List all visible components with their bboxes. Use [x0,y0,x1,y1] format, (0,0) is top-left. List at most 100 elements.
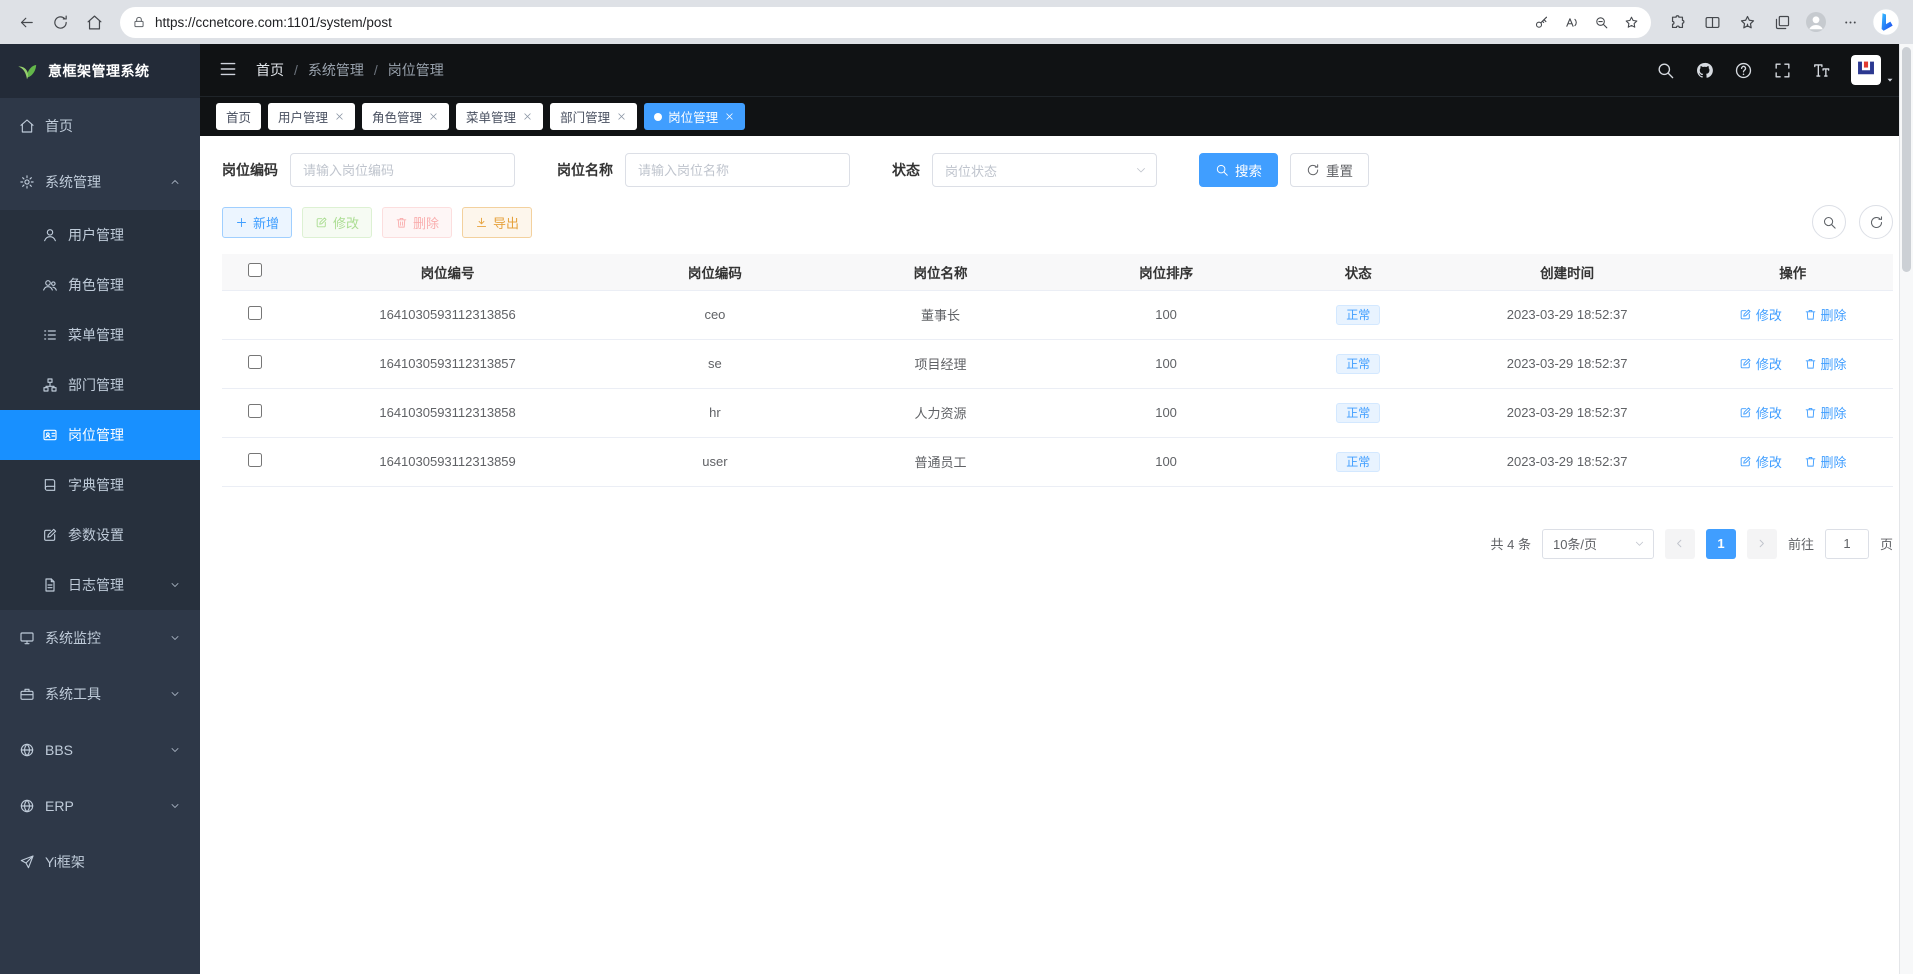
row-edit-button[interactable]: 修改 [1739,452,1782,471]
row-checkbox[interactable] [248,404,262,418]
tab-post-mgmt[interactable]: 岗位管理 [644,103,745,130]
page-number-1[interactable]: 1 [1706,529,1736,559]
profile-avatar[interactable] [1801,7,1831,37]
read-aloud-icon[interactable] [1557,8,1585,36]
pagination-total: 共 4 条 [1491,534,1531,553]
refresh-icon[interactable] [44,6,76,38]
table-refresh-button[interactable] [1859,205,1893,239]
sidebar-item-post-mgmt[interactable]: 岗位管理 [0,410,200,460]
favorites-bar-icon[interactable] [1731,6,1763,38]
select-all-checkbox[interactable] [248,263,262,277]
col-post-sort: 岗位排序 [1057,254,1274,290]
add-button[interactable]: 新增 [222,207,292,238]
collections-icon[interactable] [1766,6,1798,38]
row-delete-button[interactable]: 删除 [1804,403,1847,422]
status-badge: 正常 [1336,403,1380,423]
tab-home[interactable]: 首页 [216,103,261,130]
user-avatar[interactable] [1851,55,1895,85]
sidebar-item-system-tools[interactable]: 系统工具 [0,666,200,722]
row-edit-button[interactable]: 修改 [1739,305,1782,324]
org-tree-icon [42,377,58,393]
tab-menu-mgmt[interactable]: 菜单管理 [456,103,543,130]
page-scrollbar[interactable] [1899,44,1913,974]
home-icon[interactable] [78,6,110,38]
sidebar-item-log-mgmt[interactable]: 日志管理 [0,560,200,610]
bing-copilot-icon[interactable] [1869,5,1903,39]
row-edit-button[interactable]: 修改 [1739,354,1782,373]
sidebar-item-param-settings[interactable]: 参数设置 [0,510,200,560]
sidebar-item-system-monitor[interactable]: 系统监控 [0,610,200,666]
search-button[interactable]: 搜索 [1199,153,1278,187]
cell-created: 2023-03-29 18:52:37 [1442,388,1693,437]
split-screen-icon[interactable] [1696,6,1728,38]
app-logo[interactable]: 意框架管理系统 [0,44,200,98]
github-icon[interactable] [1695,61,1714,80]
sidebar-item-home[interactable]: 首页 [0,98,200,154]
sidebar-item-role-mgmt[interactable]: 角色管理 [0,260,200,310]
next-page-button[interactable] [1747,529,1777,559]
tab-role-mgmt[interactable]: 角色管理 [362,103,449,130]
reset-button[interactable]: 重置 [1290,153,1369,187]
favorites-add-icon[interactable] [1617,8,1645,36]
sidebar-item-dict-mgmt[interactable]: 字典管理 [0,460,200,510]
sidebar-item-system-mgmt[interactable]: 系统管理 [0,154,200,210]
close-icon[interactable] [428,111,439,122]
sidebar-toggle-icon[interactable] [218,59,240,81]
prev-page-button[interactable] [1665,529,1695,559]
extensions-icon[interactable] [1661,6,1693,38]
post-code-input[interactable] [290,153,515,187]
sidebar-item-user-mgmt[interactable]: 用户管理 [0,210,200,260]
row-checkbox[interactable] [248,355,262,369]
close-icon[interactable] [616,111,627,122]
search-icon[interactable] [1656,61,1675,80]
scrollbar-thumb[interactable] [1902,47,1911,272]
edit-button[interactable]: 修改 [302,207,372,238]
sidebar-item-erp[interactable]: ERP [0,778,200,834]
sidebar-item-dept-mgmt[interactable]: 部门管理 [0,360,200,410]
col-post-name: 岗位名称 [824,254,1058,290]
breadcrumb-home[interactable]: 首页 [256,60,284,80]
close-icon[interactable] [334,111,345,122]
tab-label: 菜单管理 [466,107,516,126]
status-select[interactable]: 岗位状态 [932,153,1157,187]
sidebar-item-bbs[interactable]: BBS [0,722,200,778]
fullscreen-icon[interactable] [1773,61,1792,80]
tab-user-mgmt[interactable]: 用户管理 [268,103,355,130]
sidebar-item-menu-mgmt[interactable]: 菜单管理 [0,310,200,360]
help-icon[interactable] [1734,61,1753,80]
font-size-icon[interactable] [1812,61,1831,80]
lock-icon[interactable] [132,15,146,29]
row-edit-button[interactable]: 修改 [1739,403,1782,422]
row-checkbox[interactable] [248,306,262,320]
post-name-input[interactable] [625,153,850,187]
password-key-icon[interactable] [1527,8,1555,36]
export-button[interactable]: 导出 [462,207,532,238]
close-icon[interactable] [724,111,735,122]
sidebar-item-yi-framework[interactable]: Yi框架 [0,834,200,890]
row-delete-button[interactable]: 删除 [1804,452,1847,471]
row-edit-label: 修改 [1756,305,1782,324]
row-delete-button[interactable]: 删除 [1804,305,1847,324]
close-icon[interactable] [522,111,533,122]
row-edit-label: 修改 [1756,452,1782,471]
zoom-icon[interactable] [1587,8,1615,36]
row-delete-button[interactable]: 删除 [1804,354,1847,373]
post-name-label: 岗位名称 [557,160,613,180]
back-icon[interactable] [10,6,42,38]
tab-dept-mgmt[interactable]: 部门管理 [550,103,637,130]
page-size-select[interactable]: 10条/页 [1542,529,1654,559]
url-text[interactable]: https://ccnetcore.com:1101/system/post [155,15,1527,30]
cell-post-id: 1641030593112313859 [289,437,606,486]
id-badge-icon [42,427,58,443]
status-badge: 正常 [1336,452,1380,472]
more-menu-icon[interactable] [1834,6,1866,38]
globe-icon [19,742,35,758]
address-bar[interactable]: https://ccnetcore.com:1101/system/post [120,7,1651,38]
goto-label: 前往 [1788,534,1814,553]
delete-button[interactable]: 删除 [382,207,452,238]
row-edit-label: 修改 [1756,354,1782,373]
goto-page-input[interactable] [1825,529,1869,559]
col-created: 创建时间 [1442,254,1693,290]
table-search-toggle-button[interactable] [1812,205,1846,239]
row-checkbox[interactable] [248,453,262,467]
